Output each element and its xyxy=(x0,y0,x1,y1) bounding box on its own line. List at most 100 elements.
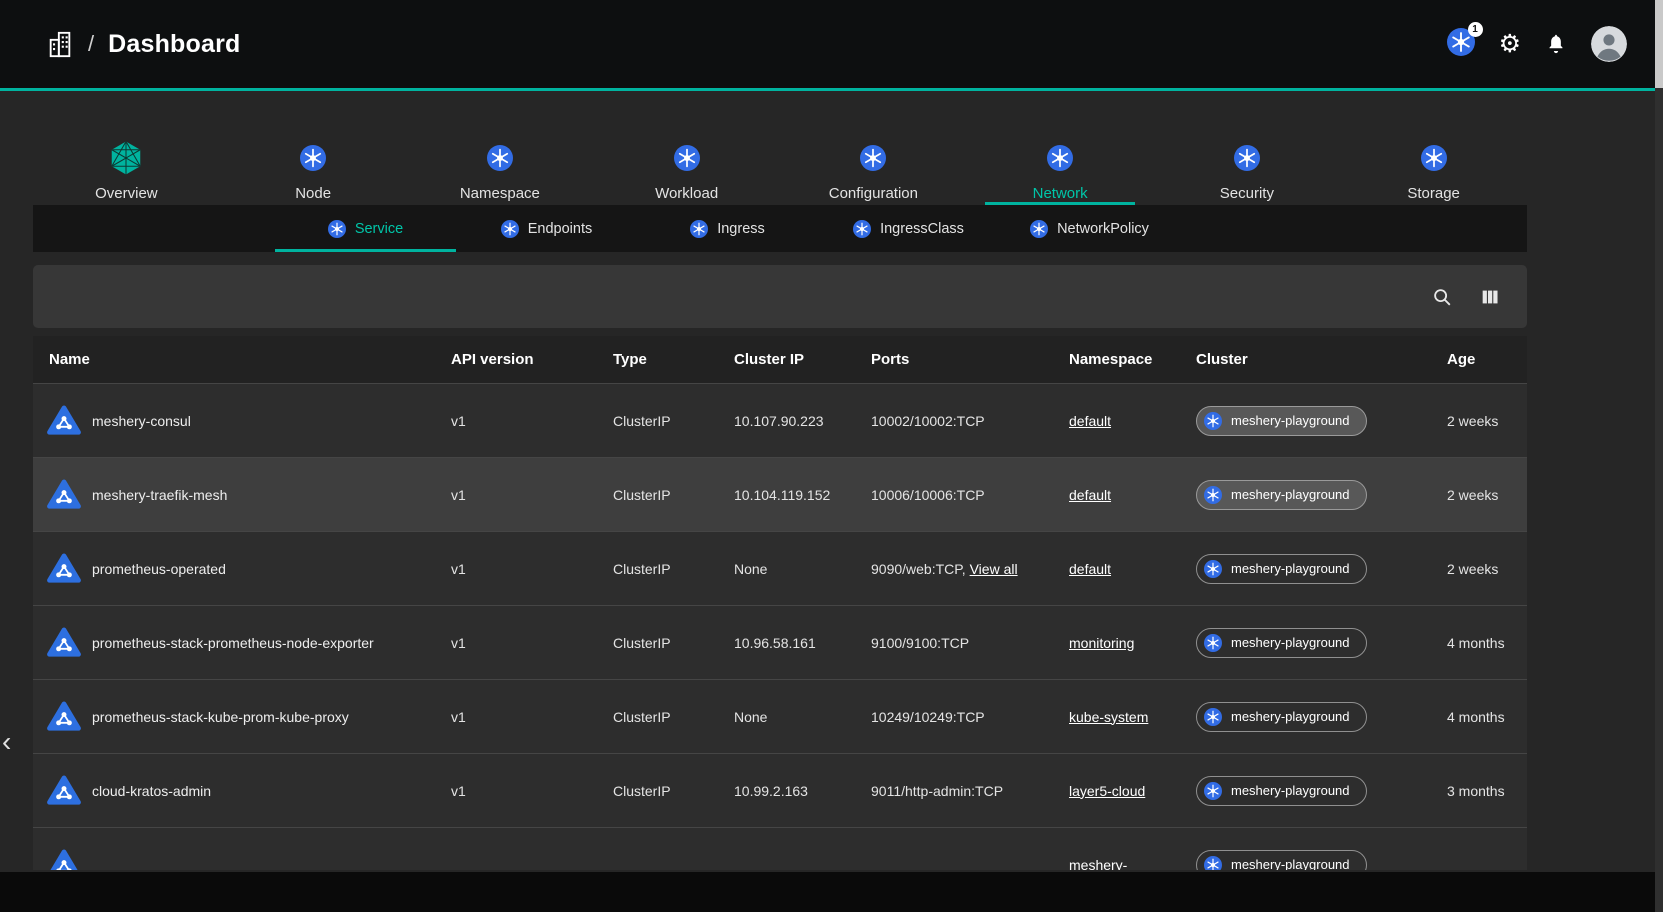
scrollbar-thumb[interactable] xyxy=(1655,0,1663,88)
tab-namespace[interactable]: Namespace xyxy=(407,131,594,205)
api-version: v1 xyxy=(451,561,613,577)
subtab-ingressclass[interactable]: IngressClass xyxy=(818,205,999,252)
cluster-name: meshery-playground xyxy=(1231,487,1350,502)
namespace-link[interactable]: default xyxy=(1069,413,1111,429)
subtab-ingress[interactable]: Ingress xyxy=(637,205,818,252)
cluster-chip[interactable]: meshery-playground xyxy=(1196,628,1367,658)
tab-label: Storage xyxy=(1407,185,1460,202)
resource-tabs: Overview Node Namespace WorkloadConfigurati… xyxy=(33,131,1527,205)
table-row[interactable]: prometheus-stack-kube-prom-kube-proxy v1C… xyxy=(33,679,1527,753)
services-table: NameAPI versionTypeCluster IPPortsNamesp… xyxy=(33,336,1527,870)
ports: 9100/9100:TCP xyxy=(871,635,1069,651)
kubernetes-cluster-icon[interactable]: 1 xyxy=(1447,28,1475,61)
cluster-chip[interactable]: meshery-playground xyxy=(1196,850,1367,871)
service-type: ClusterIP xyxy=(613,783,734,799)
api-version: v1 xyxy=(451,709,613,725)
column-header-api-version[interactable]: API version xyxy=(451,351,613,368)
tab-network[interactable]: Network xyxy=(967,131,1154,205)
cluster-name: meshery-playground xyxy=(1231,857,1350,870)
tab-label: Node xyxy=(295,185,331,202)
cluster-chip[interactable]: meshery-playground xyxy=(1196,554,1367,584)
table-row[interactable]: meshery-meshery-playground xyxy=(33,827,1527,870)
tab-storage[interactable]: Storage xyxy=(1340,131,1527,205)
kubernetes-icon xyxy=(1421,145,1447,171)
ports: 9090/web:TCP, View all xyxy=(871,561,1069,577)
scrollbar-track[interactable] xyxy=(1655,0,1663,912)
column-header-ports[interactable]: Ports xyxy=(871,351,1069,368)
cluster-ip: 10.107.90.223 xyxy=(734,413,871,429)
service-name: prometheus-operated xyxy=(92,561,226,577)
namespace-link[interactable]: default xyxy=(1069,487,1111,503)
tab-label: Namespace xyxy=(460,185,540,202)
kubernetes-icon xyxy=(674,145,700,171)
kubernetes-icon xyxy=(1204,560,1222,578)
kubernetes-icon xyxy=(1204,708,1222,726)
kubernetes-icon xyxy=(1204,782,1222,800)
cluster-chip[interactable]: meshery-playground xyxy=(1196,776,1367,806)
kubernetes-icon xyxy=(690,220,708,238)
kubernetes-icon xyxy=(487,145,513,171)
bell-icon[interactable] xyxy=(1545,33,1567,55)
column-header-cluster[interactable]: Cluster xyxy=(1196,351,1447,368)
namespace-link[interactable]: kube-system xyxy=(1069,709,1148,725)
tab-label: Security xyxy=(1220,185,1274,202)
app-header: / Dashboard 1 ⚙ xyxy=(0,0,1663,88)
search-icon[interactable] xyxy=(1431,286,1453,308)
app-root: / Dashboard 1 ⚙ Over xyxy=(0,0,1663,870)
user-avatar[interactable] xyxy=(1591,26,1627,62)
subtab-label: Ingress xyxy=(717,221,765,237)
column-header-name[interactable]: Name xyxy=(33,351,451,368)
service-name: cloud-kratos-admin xyxy=(92,783,211,799)
cluster-name: meshery-playground xyxy=(1231,561,1350,576)
ports: 10002/10002:TCP xyxy=(871,413,1069,429)
service-resource-icon xyxy=(46,404,82,437)
service-name: prometheus-stack-kube-prom-kube-proxy xyxy=(92,709,349,725)
cluster-name: meshery-playground xyxy=(1231,413,1350,428)
table-row[interactable]: prometheus-operatedv1ClusterIPNone9090/w… xyxy=(33,531,1527,605)
service-type: ClusterIP xyxy=(613,635,734,651)
tab-overview[interactable]: Overview xyxy=(33,131,220,205)
table-row[interactable]: meshery-consulv1ClusterIP10.107.90.22310… xyxy=(33,383,1527,457)
subtab-endpoints[interactable]: Endpoints xyxy=(456,205,637,252)
ports: 10006/10006:TCP xyxy=(871,487,1069,503)
subtab-label: IngressClass xyxy=(880,221,964,237)
cluster-chip[interactable]: meshery-playground xyxy=(1196,406,1367,436)
namespace-link[interactable]: monitoring xyxy=(1069,635,1134,651)
ports: 9011/http-admin:TCP xyxy=(871,783,1069,799)
column-header-cluster-ip[interactable]: Cluster IP xyxy=(734,351,871,368)
table-row[interactable]: cloud-kratos-adminv1ClusterIP10.99.2.163… xyxy=(33,753,1527,827)
collapse-drawer-chevron[interactable]: ‹ xyxy=(2,728,11,756)
service-name: prometheus-stack-prometheus-node-exporte… xyxy=(92,635,374,651)
cluster-ip: 10.96.58.161 xyxy=(734,635,871,651)
view-columns-icon[interactable] xyxy=(1479,286,1501,308)
cluster-chip[interactable]: meshery-playground xyxy=(1196,702,1367,732)
tab-configuration[interactable]: Configuration xyxy=(780,131,967,205)
cluster-chip[interactable]: meshery-playground xyxy=(1196,480,1367,510)
age: 2 weeks xyxy=(1447,561,1527,577)
namespace-link[interactable]: layer5-cloud xyxy=(1069,783,1145,799)
column-header-type[interactable]: Type xyxy=(613,351,734,368)
organization-building-icon[interactable] xyxy=(46,29,74,60)
tab-workload[interactable]: Workload xyxy=(593,131,780,205)
table-row[interactable]: prometheus-stack-prometheus-node-exporte… xyxy=(33,605,1527,679)
tab-label: Overview xyxy=(95,185,158,202)
view-all-link[interactable]: View all xyxy=(970,561,1018,577)
cluster-ip: None xyxy=(734,709,871,725)
subtab-service[interactable]: Service xyxy=(275,205,456,252)
kubernetes-icon xyxy=(1204,412,1222,430)
table-row[interactable]: meshery-traefik-meshv1ClusterIP10.104.11… xyxy=(33,457,1527,531)
tab-security[interactable]: Security xyxy=(1154,131,1341,205)
cluster-name: meshery-playground xyxy=(1231,635,1350,650)
gear-icon[interactable]: ⚙ xyxy=(1499,32,1521,57)
service-name: meshery-traefik-mesh xyxy=(92,487,227,503)
kubernetes-icon xyxy=(328,220,346,238)
namespace-link[interactable]: meshery- xyxy=(1069,857,1127,871)
service-type: ClusterIP xyxy=(613,709,734,725)
subtab-networkpolicy[interactable]: NetworkPolicy xyxy=(999,205,1180,252)
column-header-age[interactable]: Age xyxy=(1447,351,1527,368)
main-content: Overview Node Namespace WorkloadConfigurati… xyxy=(33,131,1527,870)
tab-label: Network xyxy=(1033,185,1088,202)
column-header-namespace[interactable]: Namespace xyxy=(1069,351,1196,368)
namespace-link[interactable]: default xyxy=(1069,561,1111,577)
tab-node[interactable]: Node xyxy=(220,131,407,205)
